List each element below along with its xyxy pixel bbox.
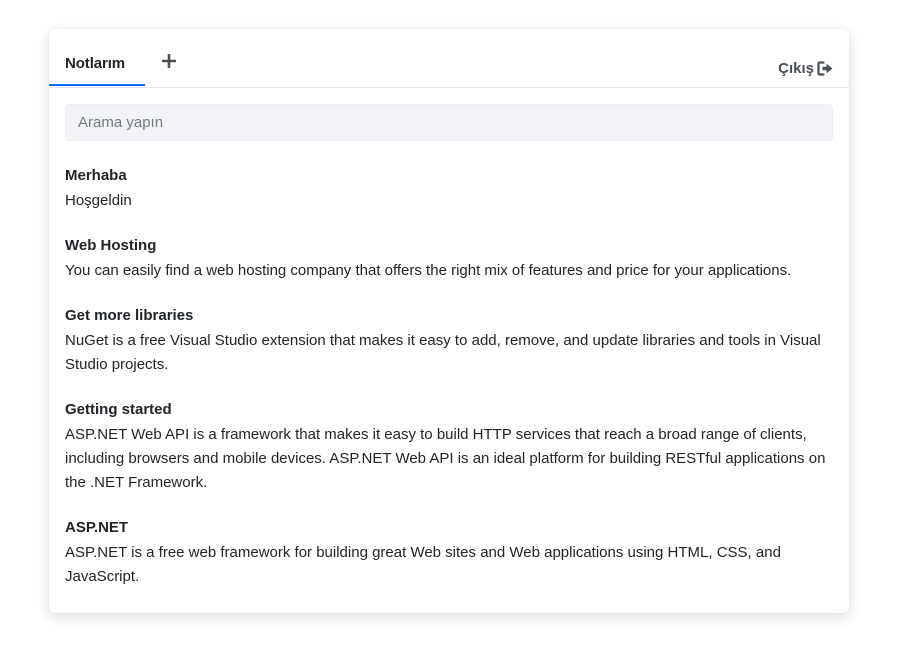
note-title: Get more libraries xyxy=(65,307,194,324)
notes-card: Notlarım Çıkış Merhaba Hoşgeldin Web Hos… xyxy=(49,29,849,613)
add-note-button[interactable] xyxy=(159,51,179,71)
note-body: ASP.NET is a free web framework for buil… xyxy=(65,544,781,585)
notes-list: Merhaba Hoşgeldin Web Hosting You can ea… xyxy=(65,165,833,611)
note-item[interactable]: Get more libraries NuGet is a free Visua… xyxy=(65,305,833,377)
note-body: Hoşgeldin xyxy=(65,192,132,209)
note-item[interactable]: Merhaba Hoşgeldin xyxy=(65,165,833,213)
note-title: Web Hosting xyxy=(65,237,157,254)
plus-icon xyxy=(162,54,176,68)
sign-out-icon xyxy=(817,60,833,76)
note-title: Merhaba xyxy=(65,167,127,184)
note-item[interactable]: Getting started ASP.NET Web API is a fra… xyxy=(65,399,833,495)
note-item[interactable]: Web Hosting You can easily find a web ho… xyxy=(65,235,833,283)
tab-notlarim-label: Notlarım xyxy=(65,55,126,72)
tab-notlarim[interactable]: Notlarım xyxy=(49,29,145,86)
note-title: ASP.NET xyxy=(65,519,129,536)
logout-label: Çıkış xyxy=(778,59,814,77)
note-body: You can easily find a web hosting compan… xyxy=(65,262,792,279)
tab-bar: Notlarım Çıkış xyxy=(49,29,849,88)
note-body: ASP.NET Web API is a framework that make… xyxy=(65,426,826,491)
logout-button[interactable]: Çıkış xyxy=(778,58,834,78)
note-title: Getting started xyxy=(65,401,172,418)
search-input[interactable] xyxy=(65,104,833,141)
note-item[interactable]: ASP.NET ASP.NET is a free web framework … xyxy=(65,517,833,589)
note-body: NuGet is a free Visual Studio extension … xyxy=(65,332,821,373)
